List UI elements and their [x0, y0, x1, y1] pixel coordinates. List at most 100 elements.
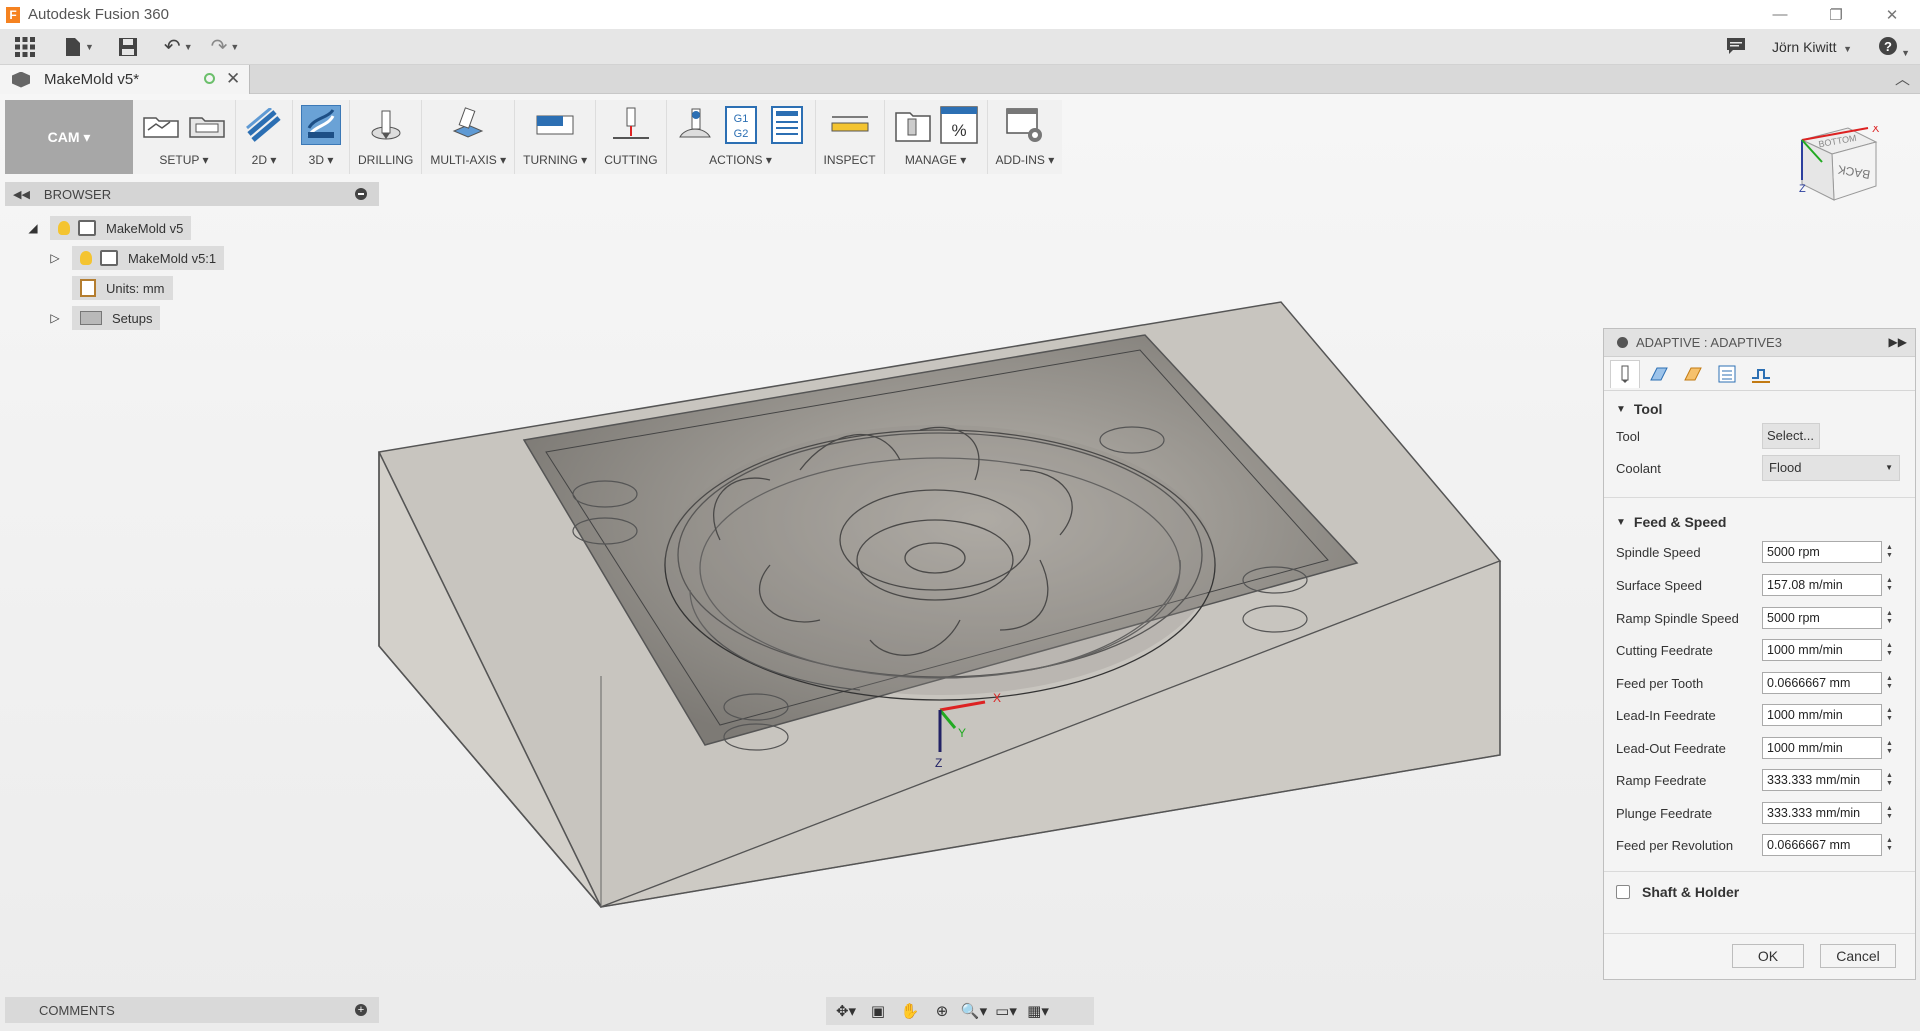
- viewcube[interactable]: BOTTOM BACK X Z: [1798, 123, 1882, 220]
- shaft-holder-checkbox[interactable]: [1616, 885, 1630, 899]
- cancel-button[interactable]: Cancel: [1820, 944, 1896, 968]
- minimize-button[interactable]: —: [1752, 0, 1808, 29]
- spinner-icon[interactable]: ▲ ▼: [1886, 544, 1893, 560]
- ramp-feedrate-input[interactable]: 333.333 mm/min: [1762, 769, 1882, 791]
- comments-panel[interactable]: COMMENTS +: [5, 997, 379, 1023]
- spinner-icon[interactable]: ▲ ▼: [1886, 805, 1893, 821]
- navigation-bar: ✥▾ ▣ ✋ ⊕ 🔍▾ ▭▾ ▦▾: [826, 997, 1094, 1025]
- 3d-group[interactable]: 3D ▾: [293, 100, 350, 174]
- lead-in-feedrate-input[interactable]: 1000 mm/min: [1762, 704, 1882, 726]
- help-button[interactable]: ? ▼: [1878, 36, 1910, 59]
- zoom-icon[interactable]: ⊕: [928, 999, 956, 1023]
- ramp-spindle-speed-input[interactable]: 5000 rpm: [1762, 607, 1882, 629]
- tree-item-component[interactable]: ▷ MakeMold v5:1: [48, 246, 225, 270]
- select-tool-button[interactable]: Select...: [1762, 423, 1820, 449]
- dialog-header[interactable]: ADAPTIVE : ADAPTIVE3 ▶▶: [1604, 329, 1915, 357]
- plunge-feedrate-input[interactable]: 333.333 mm/min: [1762, 802, 1882, 824]
- spinner-icon[interactable]: ▲ ▼: [1886, 837, 1893, 853]
- look-at-icon[interactable]: ▣: [864, 999, 892, 1023]
- feed-per-revolution-input[interactable]: 0.0666667 mm: [1762, 834, 1882, 856]
- lead-out-feedrate-input[interactable]: 1000 mm/min: [1762, 737, 1882, 759]
- expand-dialog-icon[interactable]: ▶▶: [1889, 335, 1907, 349]
- save-button[interactable]: [118, 32, 138, 62]
- setup-group[interactable]: SETUP ▾: [133, 100, 236, 174]
- tool-library-icon[interactable]: [893, 105, 933, 145]
- turning-group[interactable]: TURNING ▾: [515, 100, 597, 174]
- user-menu[interactable]: Jörn Kiwitt ▼: [1772, 39, 1852, 55]
- templates-icon[interactable]: %: [939, 105, 979, 145]
- 3d-adaptive-icon[interactable]: [301, 105, 341, 145]
- file-menu-button[interactable]: ▼: [64, 32, 94, 62]
- new-setup-icon[interactable]: [141, 105, 181, 145]
- manage-group[interactable]: % MANAGE ▾: [885, 100, 988, 174]
- spinner-icon[interactable]: ▲ ▼: [1886, 707, 1893, 723]
- drill-icon[interactable]: [366, 105, 406, 145]
- tab-passes[interactable]: [1712, 360, 1742, 388]
- workspace-switcher[interactable]: CAM ▾: [5, 100, 133, 174]
- fit-icon[interactable]: 🔍▾: [960, 999, 988, 1023]
- display-settings-icon[interactable]: ▭▾: [992, 999, 1020, 1023]
- expand-tree-icon[interactable]: ▷: [48, 251, 62, 265]
- tab-tool[interactable]: [1610, 359, 1640, 388]
- spinner-icon[interactable]: ▲ ▼: [1886, 740, 1893, 756]
- tab-heights[interactable]: [1678, 360, 1708, 388]
- actions-group[interactable]: G1 G2 ACTIONS ▾: [667, 100, 816, 174]
- spinner-icon[interactable]: ▲ ▼: [1886, 772, 1893, 788]
- redo-button[interactable]: ↷ ▼: [211, 32, 240, 62]
- orbit-icon[interactable]: ✥▾: [832, 999, 860, 1023]
- data-panel-button[interactable]: [14, 32, 36, 62]
- browser-minimize-icon[interactable]: [355, 188, 367, 200]
- post-process-icon[interactable]: G1 G2: [721, 105, 761, 145]
- close-window-button[interactable]: ✕: [1864, 0, 1920, 29]
- param-label: Ramp Feedrate: [1616, 772, 1707, 788]
- restore-button[interactable]: ❐: [1808, 0, 1864, 29]
- drilling-group[interactable]: DRILLING: [350, 100, 423, 174]
- add-comment-icon[interactable]: +: [355, 1004, 367, 1016]
- spindle-speed-input[interactable]: 5000 rpm: [1762, 541, 1882, 563]
- 2d-pocket-icon[interactable]: [244, 105, 284, 145]
- spinner-icon[interactable]: ▲ ▼: [1886, 577, 1893, 593]
- tree-item-units[interactable]: Units: mm: [72, 276, 173, 300]
- tree-item-setups[interactable]: ▷ Setups: [48, 306, 161, 330]
- simulate-icon[interactable]: [675, 105, 715, 145]
- collapse-tree-icon[interactable]: ◢: [26, 221, 40, 235]
- spinner-icon[interactable]: ▲ ▼: [1886, 675, 1893, 691]
- setup-sheet-icon[interactable]: [767, 105, 807, 145]
- spinner-icon[interactable]: ▲ ▼: [1886, 610, 1893, 626]
- tab-linking[interactable]: [1746, 360, 1776, 388]
- visibility-bulb-icon[interactable]: [80, 251, 92, 265]
- cutting-feedrate-input[interactable]: 1000 mm/min: [1762, 639, 1882, 661]
- expand-tree-icon[interactable]: ▷: [48, 311, 62, 325]
- scripts-icon[interactable]: [1005, 105, 1045, 145]
- tool-section[interactable]: ▼ Tool: [1616, 401, 1662, 417]
- pan-icon[interactable]: ✋: [896, 999, 924, 1023]
- visibility-bulb-icon[interactable]: [58, 221, 70, 235]
- document-tab[interactable]: MakeMold v5* ✕: [0, 65, 250, 94]
- surface-speed-input[interactable]: 157.08 m/min: [1762, 574, 1882, 596]
- feed-per-tooth-input[interactable]: 0.0666667 mm: [1762, 672, 1882, 694]
- inspect-group[interactable]: INSPECT: [816, 100, 885, 174]
- tab-geometry[interactable]: [1644, 360, 1674, 388]
- shaft-holder-section[interactable]: Shaft & Holder: [1616, 884, 1739, 900]
- undo-button[interactable]: ↶ ▼: [164, 32, 193, 62]
- coolant-dropdown[interactable]: Flood: [1762, 455, 1900, 481]
- browser-header[interactable]: ◀◀ BROWSER: [5, 182, 379, 206]
- multi-axis-group[interactable]: MULTI-AXIS ▾: [422, 100, 516, 174]
- cutting-icon[interactable]: [611, 105, 651, 145]
- turning-icon[interactable]: [535, 105, 575, 145]
- tree-item-root[interactable]: ◢ MakeMold v5: [26, 216, 192, 240]
- ok-button[interactable]: OK: [1732, 944, 1804, 968]
- stock-icon[interactable]: [187, 105, 227, 145]
- feed-speed-section[interactable]: ▼ Feed & Speed: [1616, 514, 1727, 530]
- notifications-icon[interactable]: [1726, 37, 1746, 58]
- spinner-icon[interactable]: ▲ ▼: [1886, 642, 1893, 658]
- add-ins-group[interactable]: ADD-INS ▾: [988, 100, 1063, 174]
- collapse-ribbon-icon[interactable]: ︿: [1895, 68, 1910, 89]
- cutting-group[interactable]: CUTTING: [596, 100, 667, 174]
- close-tab-icon[interactable]: ✕: [226, 69, 240, 89]
- measure-icon[interactable]: [830, 105, 870, 145]
- grid-settings-icon[interactable]: ▦▾: [1024, 999, 1052, 1023]
- multi-axis-icon[interactable]: [448, 105, 488, 145]
- 2d-group[interactable]: 2D ▾: [236, 100, 293, 174]
- collapse-browser-icon[interactable]: ◀◀: [13, 188, 30, 201]
